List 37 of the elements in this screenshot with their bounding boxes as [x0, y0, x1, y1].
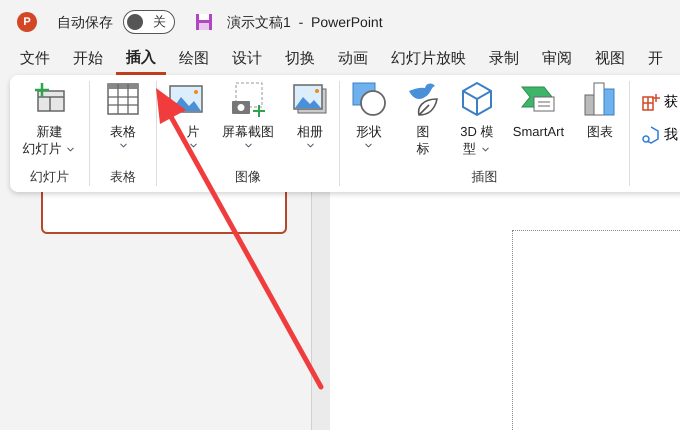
hexagon-icon [642, 126, 660, 144]
ribbon-button[interactable]: 相册 [290, 81, 330, 167]
app-logo: P [17, 12, 37, 32]
ribbon-tab[interactable]: 文件 [20, 44, 50, 75]
ribbon-tab[interactable]: 审阅 [542, 44, 572, 75]
ribbon-button[interactable]: 3D 模 型 [456, 81, 497, 167]
ribbon-button[interactable]: 新建 幻灯片 [20, 81, 78, 167]
group-label: 幻灯片 [29, 168, 70, 186]
ribbon-tab[interactable]: 绘图 [179, 44, 209, 75]
ribbon-button[interactable]: 图表 [580, 81, 620, 167]
ribbon-tab[interactable]: 动画 [338, 44, 368, 75]
autosave-toggle[interactable]: 关 [123, 10, 175, 34]
window-title: 演示文稿1 - PowerPoint [227, 12, 383, 32]
ribbon-small-button[interactable]: 我 [642, 124, 678, 145]
save-icon[interactable] [195, 13, 213, 32]
ribbon-button[interactable]: 表格 [103, 81, 143, 167]
grid-plus-icon [642, 92, 660, 110]
group-label: 图像 [234, 168, 262, 186]
slide-thumbnail[interactable] [41, 192, 287, 234]
autosave-label: 自动保存 [57, 12, 113, 32]
ribbon-tab[interactable]: 设计 [232, 44, 262, 75]
table-icon [105, 81, 141, 117]
shapes-icon [350, 81, 387, 117]
ribbon-tab[interactable]: 开 [648, 44, 663, 75]
ribbon-tab[interactable]: 录制 [489, 44, 519, 75]
ribbon-tab[interactable]: 切换 [285, 44, 315, 75]
ribbon-button[interactable]: 图 标 [402, 81, 443, 167]
ribbon-tab[interactable]: 开始 [73, 44, 103, 75]
ribbon-button[interactable]: 形状 [348, 81, 389, 167]
ribbon-button[interactable]: SmartArt [510, 81, 566, 167]
ribbon-tab[interactable]: 幻灯片放映 [391, 44, 466, 75]
ribbon-button[interactable]: 屏幕截图 [220, 81, 276, 167]
ribbon-small-button[interactable]: 获 [642, 91, 678, 112]
group-label: 插图 [470, 168, 498, 186]
group-label: 表格 [109, 168, 137, 186]
ribbon-tab[interactable]: 视图 [595, 44, 625, 75]
screenshot-icon [230, 81, 266, 117]
